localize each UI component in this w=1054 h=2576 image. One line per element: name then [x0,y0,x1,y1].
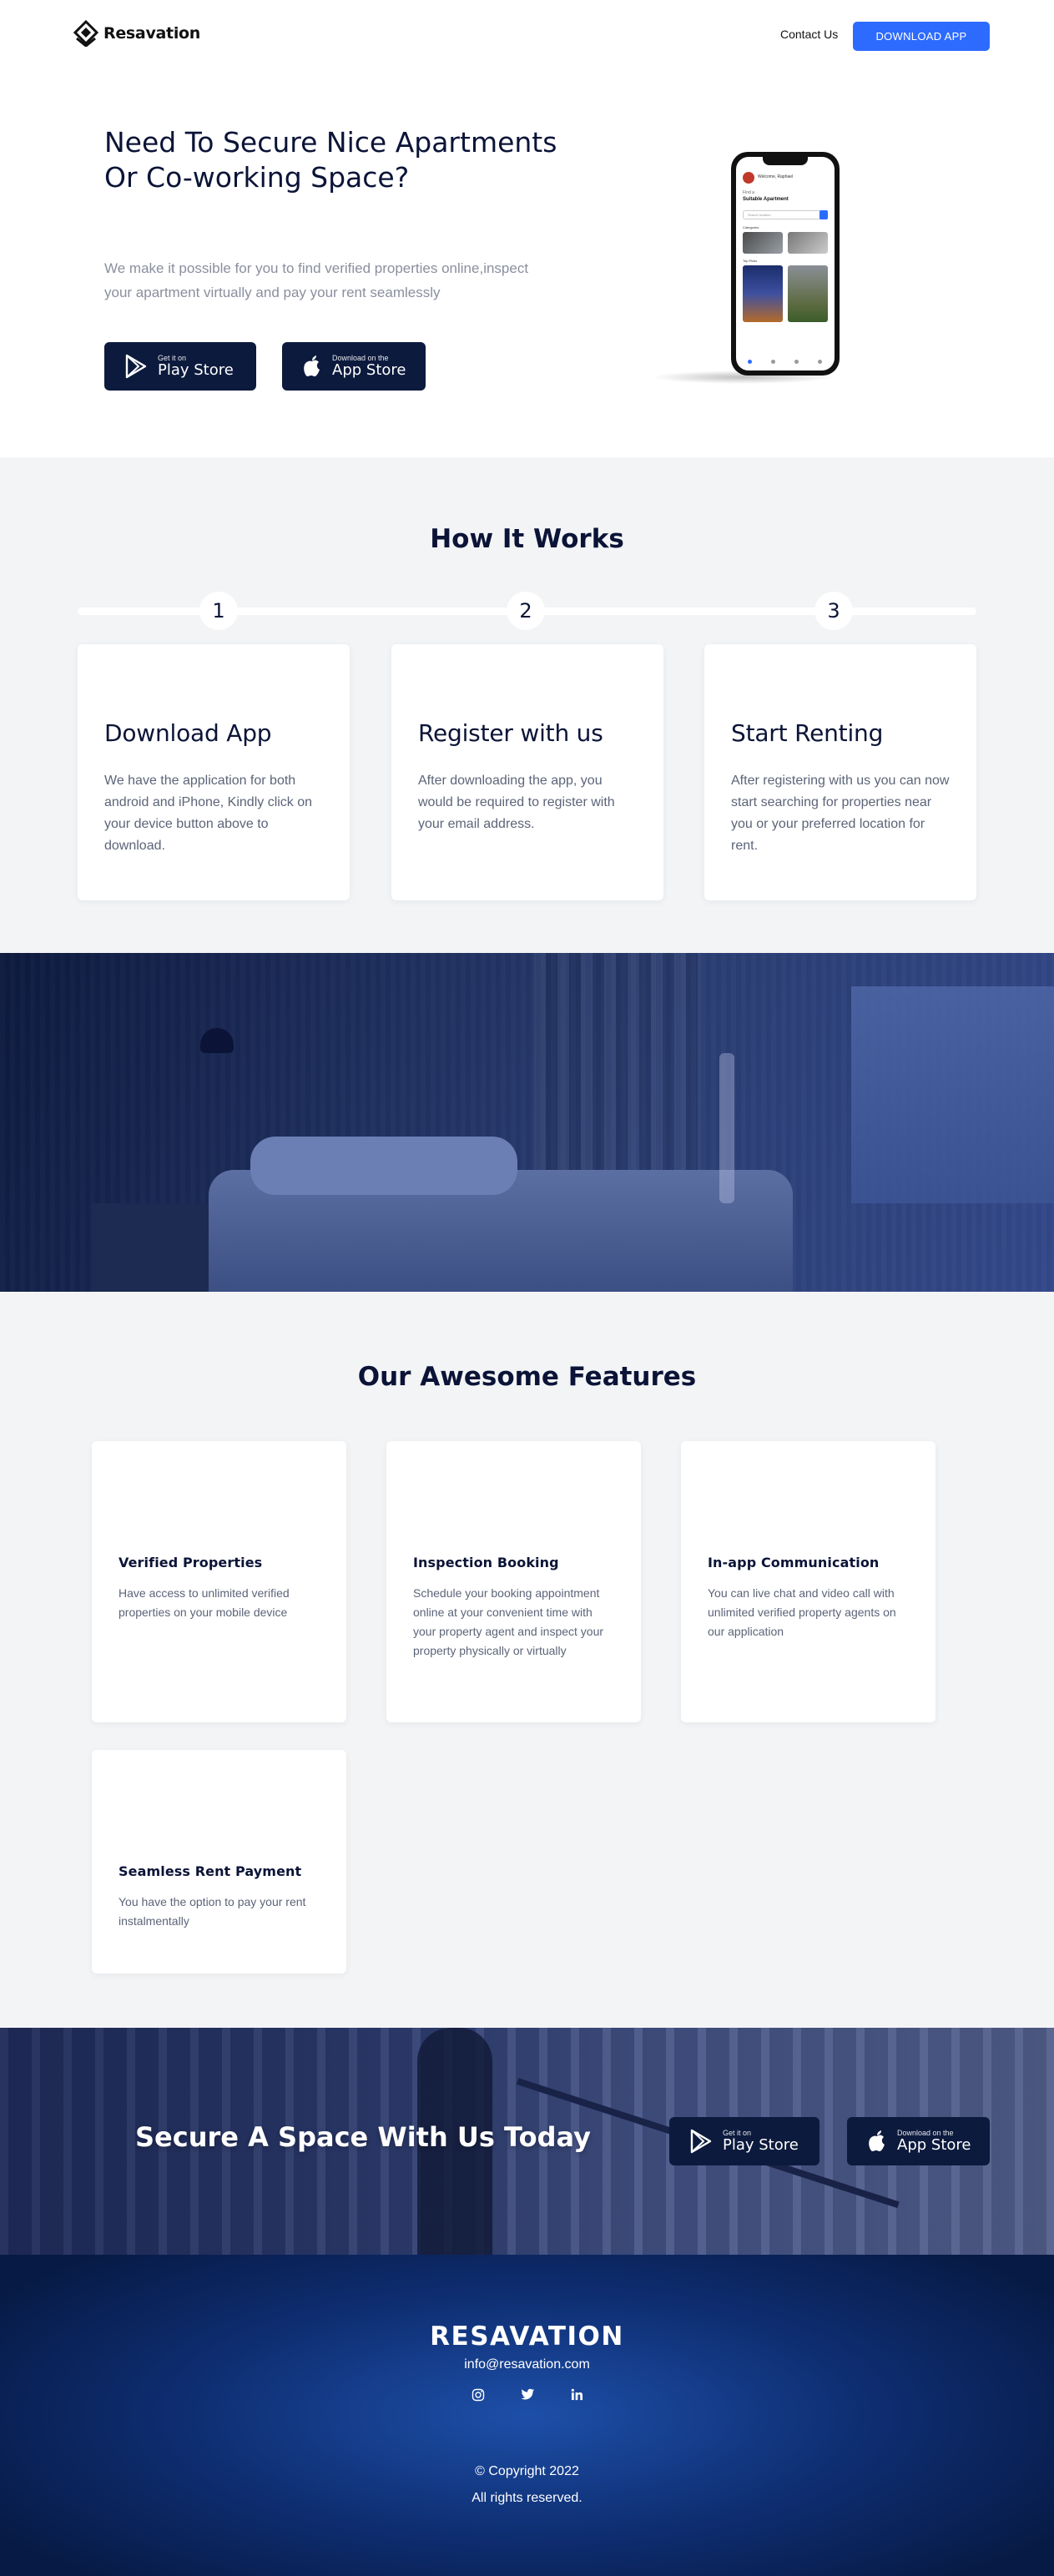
features-section: Our Awesome Features Verified Properties… [0,1292,1054,2028]
brand-logo[interactable]: Resavation [73,20,200,47]
feature-text: Schedule your booking appointment online… [413,1586,604,1657]
play-store-label: Play Store [723,2136,799,2154]
hero-section: Need To Secure Nice Apartments Or Co-wor… [0,68,1054,457]
play-store-icon [690,2129,712,2154]
cta-play-store-button[interactable]: Get it on Play Store [669,2117,819,2165]
phone-notch [763,157,808,165]
phone-tab-home-icon [748,360,752,364]
app-store-label: App Store [332,361,406,379]
cta-banner: Secure A Space With Us Today Get it on P… [0,2028,1054,2255]
step-text: After downloading the app, you would be … [418,774,615,831]
how-it-works-section: How It Works 1 2 3 Download App We have … [0,457,1054,953]
step-card-renting: Start Renting After registering with us … [704,644,976,900]
features-title: Our Awesome Features [357,1362,697,1392]
phone-tab-profile-icon [818,360,822,364]
phone-property-image [788,265,828,322]
top-nav: Resavation Contact Us DOWNLOAD APP [0,0,1054,68]
twitter-icon[interactable] [520,2388,535,2403]
feature-title: Verified Properties [119,1555,263,1570]
footer-email-link[interactable]: info@resavation.com [0,2357,1054,2372]
app-store-label: App Store [897,2136,971,2154]
contact-us-link[interactable]: Contact Us [780,28,838,41]
brand-name: Resavation [103,24,201,43]
phone-mockup: Welcome, Raphael Find a Suitable Apartme… [731,152,840,376]
play-store-small-label: Get it on [723,2129,752,2137]
play-store-button[interactable]: Get it on Play Store [104,342,256,391]
feature-title: Seamless Rent Payment [119,1863,302,1879]
logo-icon [73,20,98,47]
footer-brand: RESAVATION [430,2321,624,2352]
feature-card-payment: Seamless Rent Payment You have the optio… [92,1750,346,1974]
step-card-download: Download App We have the application for… [78,644,350,900]
step-text: After registering with us you can now st… [731,774,950,853]
feature-text: You have the option to pay your rent ins… [119,1895,306,1928]
phone-search-placeholder: Search location [748,213,771,217]
play-store-label: Play Store [158,361,234,379]
apple-icon [304,355,320,376]
step-title: Register with us [418,719,603,747]
phone-property-image [743,265,783,322]
phone-screen: Welcome, Raphael Find a Suitable Apartme… [736,157,835,371]
hero-subtitle: We make it possible for you to find veri… [104,260,529,300]
banner-window [851,986,1054,1203]
feature-card-communication: In-app Communication You can live chat a… [681,1441,935,1722]
banner-vase [719,1053,734,1203]
step-card-register: Register with us After downloading the a… [391,644,663,900]
phone-top-picks-label: Top Picks [743,259,758,263]
phone-tab-heart-icon [771,360,775,364]
feature-card-verified: Verified Properties Have access to unlim… [92,1441,346,1722]
phone-avatar [743,172,754,184]
feature-card-inspection: Inspection Booking Schedule your booking… [386,1441,641,1722]
bedroom-photo-banner [0,953,1054,1292]
step-title: Download App [104,719,272,747]
hero-title: Need To Secure Nice Apartments Or Co-wor… [104,126,557,194]
footer: RESAVATION info@resavation.com © Copyrig… [0,2255,1054,2576]
cta-title: Secure A Space With Us Today [135,2121,591,2153]
step-title: Start Renting [731,719,884,747]
linkedin-icon[interactable] [569,2388,584,2403]
feature-text: Have access to unlimited verified proper… [119,1586,290,1619]
phone-tab-search-icon [794,360,799,364]
feature-title: In-app Communication [708,1555,880,1570]
phone-categories-label: Categories [743,225,759,229]
phone-category-image [788,232,828,254]
instagram-icon[interactable] [471,2388,486,2403]
play-store-icon [125,354,147,379]
phone-greeting: Welcome, Raphael [758,174,794,179]
step-number: 3 [814,592,853,630]
step-text: We have the application for both android… [104,774,313,853]
step-number: 1 [199,592,238,630]
footer-rights: All rights reserved. [472,2491,582,2505]
phone-heading-small: Find a [743,190,754,195]
app-store-small-label: Download on the [897,2129,954,2137]
cta-app-store-button[interactable]: Download on the App Store [847,2117,990,2165]
how-it-works-title: How It Works [430,524,624,554]
app-store-button[interactable]: Download on the App Store [282,342,426,391]
app-store-small-label: Download on the [332,354,389,362]
phone-search-button [819,210,828,219]
feature-text: You can live chat and video call with un… [708,1586,896,1638]
phone-heading: Suitable Apartment [743,197,789,202]
phone-category-image [743,232,783,254]
step-number: 2 [507,592,545,630]
play-store-small-label: Get it on [158,354,187,362]
apple-icon [869,2130,885,2151]
banner-pillow [250,1137,517,1195]
footer-copyright: © Copyright 2022 [475,2464,579,2478]
download-app-button[interactable]: DOWNLOAD APP [853,22,990,51]
feature-title: Inspection Booking [413,1555,559,1570]
